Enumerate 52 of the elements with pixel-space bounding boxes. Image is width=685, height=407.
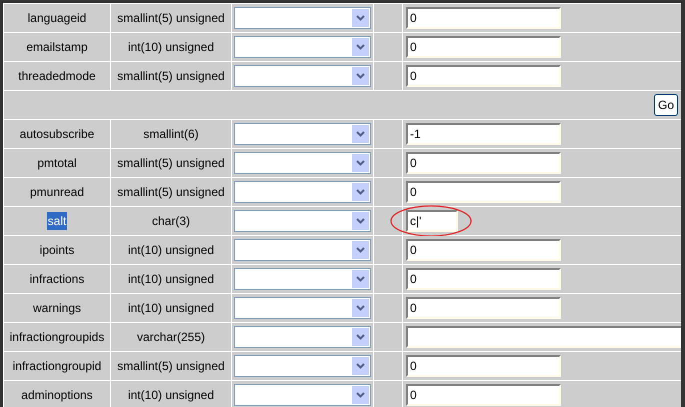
- field-type: char(3): [152, 213, 190, 230]
- function-select[interactable]: [234, 181, 371, 203]
- value-field[interactable]: 0: [406, 268, 561, 290]
- field-type: smallint(5) unsigned: [117, 68, 225, 85]
- value-field[interactable]: 0: [406, 384, 561, 406]
- function-select[interactable]: [234, 239, 371, 261]
- field-name: warnings: [32, 300, 82, 317]
- value-field[interactable]: 0: [406, 239, 561, 261]
- field-type: int(10) unsigned: [128, 300, 214, 317]
- field-name: emailstamp: [26, 39, 88, 56]
- value-field[interactable]: 0: [406, 152, 561, 174]
- field-type: int(10) unsigned: [128, 387, 214, 404]
- field-type: smallint(5) unsigned: [117, 10, 225, 27]
- field-name: ipoints: [40, 242, 74, 259]
- function-select[interactable]: [234, 123, 371, 145]
- function-select[interactable]: [234, 268, 371, 290]
- field-type: int(10) unsigned: [128, 242, 214, 259]
- value-field[interactable]: c|': [406, 210, 458, 232]
- function-select[interactable]: [234, 297, 371, 319]
- field-type: smallint(5) unsigned: [117, 184, 225, 201]
- field-type: int(10) unsigned: [128, 271, 214, 288]
- value-field[interactable]: 0: [406, 65, 561, 87]
- field-name: adminoptions: [21, 387, 93, 404]
- field-name: salt: [46, 212, 68, 230]
- function-select[interactable]: [234, 326, 371, 348]
- field-name: infractiongroupids: [10, 329, 104, 346]
- function-select[interactable]: [234, 36, 371, 58]
- field-name: threadedmode: [18, 68, 96, 85]
- field-type: smallint(6): [143, 126, 199, 143]
- function-select[interactable]: [234, 152, 371, 174]
- go-button[interactable]: Go: [654, 94, 678, 116]
- value-field[interactable]: 0: [406, 36, 561, 58]
- field-name: pmunread: [30, 184, 84, 201]
- value-field[interactable]: 0: [406, 181, 561, 203]
- field-type: varchar(255): [136, 329, 206, 346]
- field-type: smallint(5) unsigned: [117, 358, 225, 375]
- field-type: int(10) unsigned: [128, 39, 214, 56]
- function-select[interactable]: [234, 7, 371, 29]
- value-field[interactable]: 0: [406, 355, 561, 377]
- value-field[interactable]: 0: [406, 297, 561, 319]
- function-select[interactable]: [234, 65, 371, 87]
- field-name: pmtotal: [37, 155, 77, 172]
- field-name: infractions: [30, 271, 84, 288]
- field-name: autosubscribe: [20, 126, 94, 143]
- value-field[interactable]: 0: [406, 7, 561, 29]
- function-select[interactable]: [234, 210, 371, 232]
- function-select[interactable]: [234, 384, 371, 406]
- value-field[interactable]: -1: [406, 123, 561, 145]
- field-name: infractiongroupid: [12, 358, 102, 375]
- field-name: languageid: [28, 10, 86, 27]
- function-select[interactable]: [234, 355, 371, 377]
- field-type: smallint(5) unsigned: [117, 155, 225, 172]
